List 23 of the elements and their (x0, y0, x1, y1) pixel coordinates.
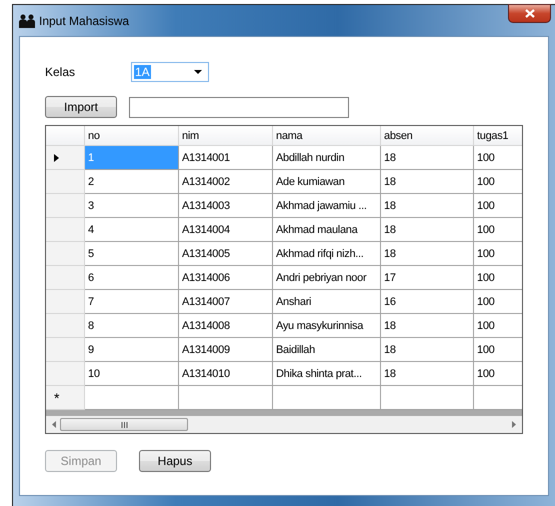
import-button[interactable]: Import (45, 96, 117, 118)
new-row-marker: * (54, 390, 60, 406)
table-cell: 1 (85, 146, 179, 170)
column-header[interactable]: absen (381, 126, 474, 146)
close-button[interactable] (508, 4, 551, 23)
caret-icon (194, 70, 202, 74)
column-header[interactable]: nama (273, 126, 381, 146)
kelas-label: Kelas (45, 65, 76, 79)
scrollbar-thumb[interactable] (60, 418, 188, 431)
row-header[interactable]: * (46, 386, 85, 410)
column-header[interactable]: nim (179, 126, 273, 146)
scroll-right-icon (512, 421, 516, 428)
close-icon (524, 9, 534, 18)
grip-icon (120, 422, 128, 428)
horizontal-scrollbar[interactable] (46, 416, 522, 433)
row-header[interactable] (46, 146, 85, 170)
scroll-left-icon (52, 421, 56, 428)
import-path-field[interactable] (129, 96, 349, 118)
window-title: Input Mahasiswa (39, 14, 130, 28)
current-row-icon (54, 154, 59, 162)
people-icon (19, 14, 35, 28)
column-header[interactable]: no (85, 126, 179, 146)
action-button[interactable]: Hapus (139, 450, 211, 472)
